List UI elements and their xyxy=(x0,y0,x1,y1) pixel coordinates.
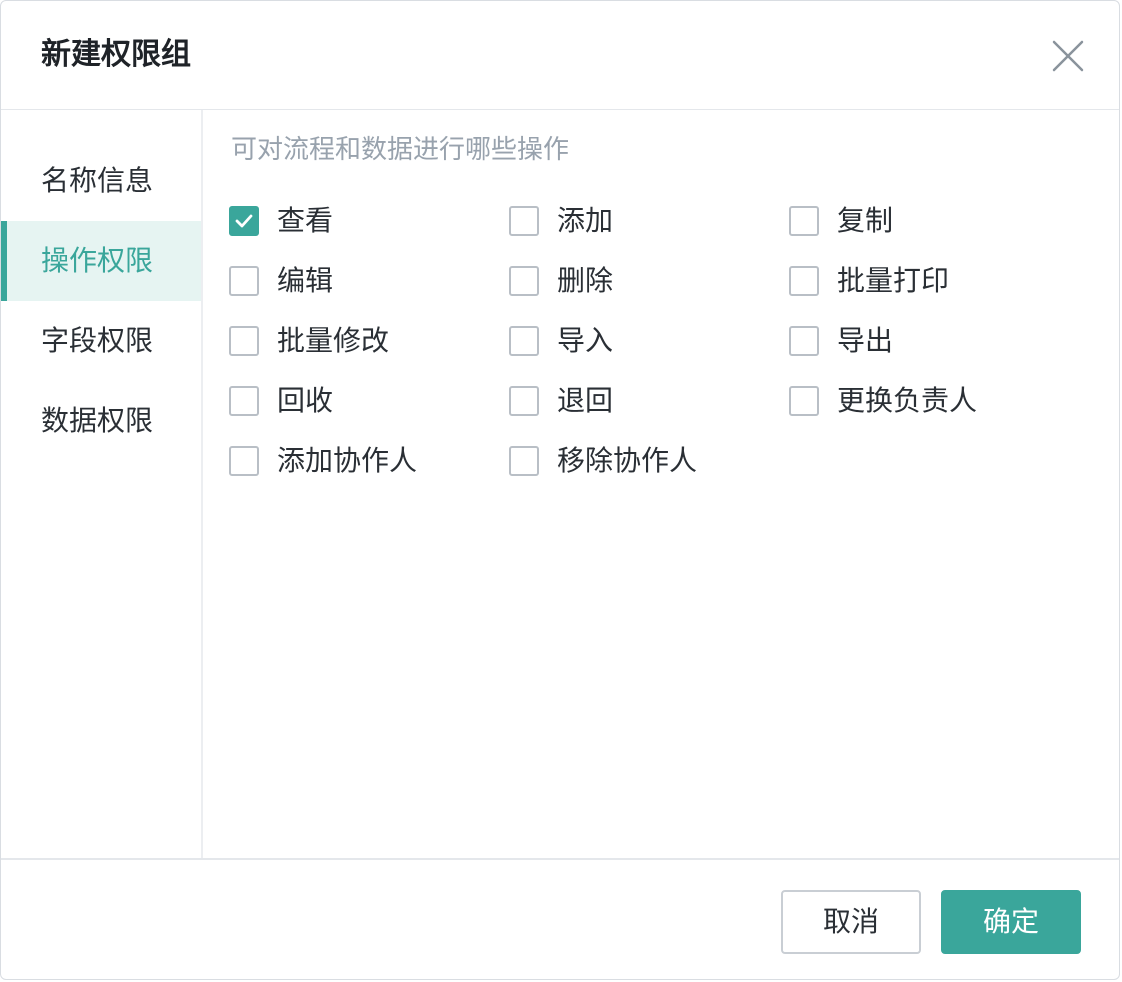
permission-label: 更换负责人 xyxy=(837,384,978,417)
sidebar-item-label: 字段权限 xyxy=(41,324,154,357)
sidebar-item-label: 操作权限 xyxy=(41,244,154,277)
new-permission-group-dialog: 新建权限组 名称信息 操作权限 字段权限 数据权限 可对流程和数据进行哪些操作 xyxy=(0,0,1120,980)
sidebar-nav: 名称信息 操作权限 字段权限 数据权限 xyxy=(1,110,203,858)
dialog-footer: 取消 确定 xyxy=(1,858,1119,979)
dialog-header: 新建权限组 xyxy=(1,1,1119,110)
sidebar-item-label: 名称信息 xyxy=(41,164,154,197)
checkbox[interactable] xyxy=(229,446,259,476)
permission-label: 删除 xyxy=(557,264,614,297)
sidebar-item-field-permissions[interactable]: 字段权限 xyxy=(1,301,201,381)
checkbox[interactable] xyxy=(789,206,819,236)
permission-label: 批量修改 xyxy=(277,324,390,357)
sidebar-item-data-permissions[interactable]: 数据权限 xyxy=(1,381,201,461)
checkbox[interactable] xyxy=(789,326,819,356)
sidebar-item-name-info[interactable]: 名称信息 xyxy=(1,141,201,221)
close-icon xyxy=(1052,40,1084,72)
checkbox[interactable] xyxy=(229,206,259,236)
permission-label: 复制 xyxy=(837,204,894,237)
checkbox[interactable] xyxy=(789,386,819,416)
cancel-button[interactable]: 取消 xyxy=(781,890,921,954)
section-hint: 可对流程和数据进行哪些操作 xyxy=(231,135,570,165)
checkbox[interactable] xyxy=(509,266,539,296)
permission-label: 添加 xyxy=(557,204,614,237)
sidebar-item-label: 数据权限 xyxy=(41,404,154,437)
checkbox[interactable] xyxy=(509,386,539,416)
dialog-title: 新建权限组 xyxy=(41,37,191,72)
confirm-button[interactable]: 确定 xyxy=(941,890,1081,954)
check-icon xyxy=(235,214,253,228)
permission-label: 导入 xyxy=(557,324,614,357)
permission-label: 批量打印 xyxy=(837,264,950,297)
checkbox[interactable] xyxy=(229,386,259,416)
permission-label: 查看 xyxy=(277,204,334,237)
close-button[interactable] xyxy=(1051,39,1085,73)
permission-label: 退回 xyxy=(557,384,614,417)
sidebar-item-operation-permissions[interactable]: 操作权限 xyxy=(1,221,201,301)
permissions-panel: 可对流程和数据进行哪些操作 查看 添加 复制 编辑 删除 批量打印 批量修改 导… xyxy=(203,110,1119,858)
checkbox[interactable] xyxy=(509,206,539,236)
checkbox[interactable] xyxy=(229,266,259,296)
permission-label: 移除协作人 xyxy=(557,444,698,477)
checkbox[interactable] xyxy=(789,266,819,296)
checkbox[interactable] xyxy=(509,446,539,476)
permission-label: 导出 xyxy=(837,324,894,357)
permission-label: 添加协作人 xyxy=(277,444,418,477)
checkbox[interactable] xyxy=(509,326,539,356)
permission-label: 编辑 xyxy=(277,264,334,297)
checkbox[interactable] xyxy=(229,326,259,356)
permission-label: 回收 xyxy=(277,384,334,417)
